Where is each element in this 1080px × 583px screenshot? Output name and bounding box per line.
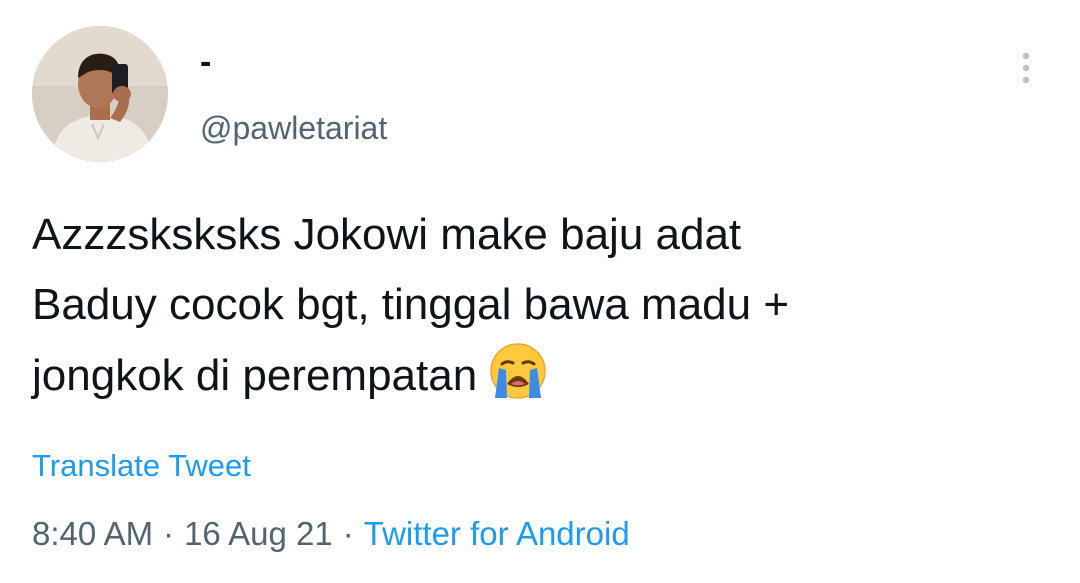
author-display-name[interactable]: - — [200, 42, 211, 82]
tweet-metadata: 8:40 AM · 16 Aug 21 · Twitter for Android — [32, 512, 630, 556]
avatar-photo — [32, 26, 168, 162]
translate-tweet-link[interactable]: Translate Tweet — [32, 446, 251, 486]
tweet-time[interactable]: 8:40 AM — [32, 515, 153, 552]
tweet-text: Azzzsksksks Jokowi make baju adat Baduy … — [32, 200, 1052, 411]
tweet-source-link[interactable]: Twitter for Android — [364, 515, 630, 552]
author-handle[interactable]: @pawletariat — [200, 108, 387, 148]
tweet-date[interactable]: 16 Aug 21 — [184, 515, 333, 552]
meta-separator: · — [163, 515, 175, 552]
tweet-text-line-with-emoji: jongkok di perempatan — [32, 340, 1052, 411]
meta-separator: · — [342, 515, 354, 552]
tweet-text-line: Azzzsksksks Jokowi make baju adat — [32, 210, 742, 259]
loudly-crying-face-icon — [487, 340, 549, 402]
tweet-text-line: Baduy cocok bgt, tinggal bawa madu + — [32, 280, 790, 329]
more-vertical-icon[interactable] — [1008, 48, 1044, 88]
tweet-text-line: jongkok di perempatan — [32, 351, 478, 400]
avatar[interactable] — [32, 26, 168, 162]
tweet-card: - @pawletariat Azzzsksksks Jokowi make b… — [0, 0, 1080, 583]
